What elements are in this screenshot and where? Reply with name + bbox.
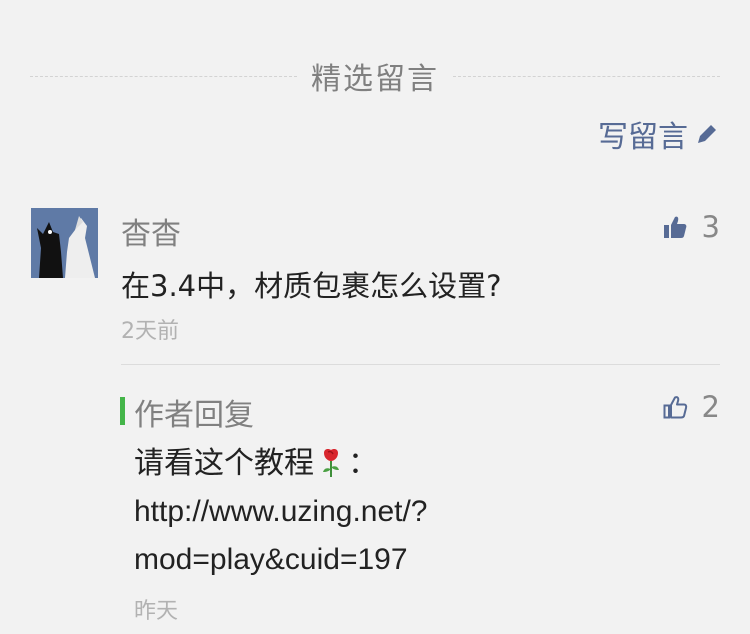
write-comment-button[interactable]: 写留言 xyxy=(598,112,720,156)
reply-line-1: 请看这个教程 ： xyxy=(134,440,694,488)
avatar[interactable] xyxy=(31,208,98,278)
thumbs-up-filled-icon xyxy=(663,216,686,238)
reply-divider xyxy=(121,364,720,365)
divider-right xyxy=(453,75,720,77)
reply-link-line-1[interactable]: http://www.uzing.net/? xyxy=(134,488,694,536)
reply-time: 昨天 xyxy=(134,599,179,624)
reply-line-1-suffix: ： xyxy=(348,447,378,480)
cat-avatar-image xyxy=(31,208,98,278)
pencil-icon xyxy=(698,125,716,143)
write-comment-label: 写留言 xyxy=(598,120,688,155)
rose-emoji xyxy=(323,449,339,477)
comments-page: 精选留言 写留言 杳杳 3 在3.4中，材质包裹怎么设置? 2天前 作者回复 2… xyxy=(0,0,750,634)
like-count: 3 xyxy=(701,210,720,244)
like-button[interactable]: 3 xyxy=(662,210,720,244)
reply-like-button[interactable]: 2 xyxy=(662,390,720,424)
reply-line-1-text: 请看这个教程 xyxy=(134,447,314,480)
comment-text: 在3.4中，材质包裹怎么设置? xyxy=(121,269,502,303)
thumbs-up-outline-icon xyxy=(663,396,687,419)
author-reply-label: 作者回复 xyxy=(134,398,254,433)
reply-link-line-2[interactable]: mod=play&cuid=197 xyxy=(134,536,694,584)
comment-nickname[interactable]: 杳杳 xyxy=(121,209,181,253)
author-reply-text: 请看这个教程 ： http://www.uzing.net/? mod=play… xyxy=(134,440,694,584)
section-header: 精选留言 xyxy=(30,52,720,100)
divider-left xyxy=(30,75,297,77)
reply-like-count: 2 xyxy=(701,390,720,424)
section-title: 精选留言 xyxy=(311,62,439,97)
comment-time: 2天前 xyxy=(121,319,179,344)
author-reply-marker xyxy=(120,397,125,425)
